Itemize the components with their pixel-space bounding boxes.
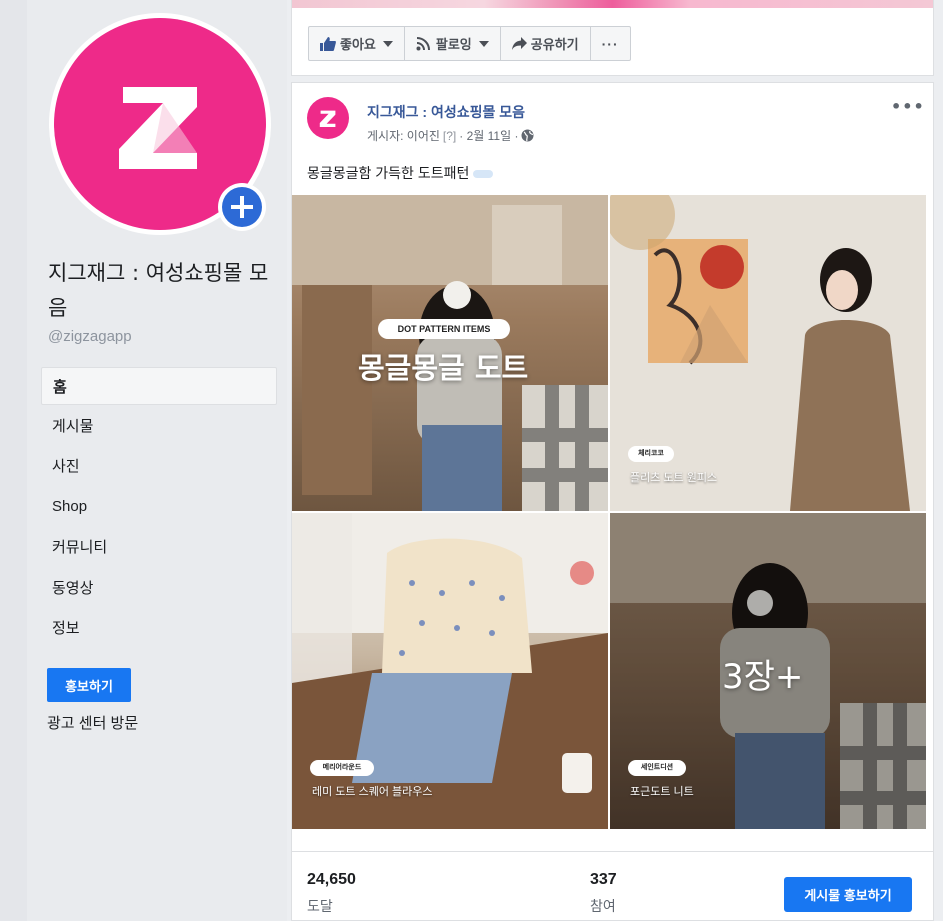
photo-2-caption: 플리츠 도트 원피스 xyxy=(630,472,718,484)
globe-icon xyxy=(521,129,534,142)
boost-post-button[interactable]: 게시물 홍보하기 xyxy=(784,877,912,912)
following-button[interactable]: 팔로잉 xyxy=(405,27,501,60)
following-label: 팔로잉 xyxy=(435,37,472,52)
window-edge xyxy=(0,0,27,921)
like-label: 좋아요 xyxy=(340,37,376,52)
promote-button[interactable]: 홍보하기 xyxy=(47,668,131,702)
nav-item-posts[interactable]: 게시물 xyxy=(41,405,277,446)
dress-model-illustration xyxy=(610,195,926,511)
post-insights: 24,650 도달 337 참여 게시물 홍보하기 xyxy=(292,851,933,921)
post-body: 몽글몽글함 가득한 도트패턴 xyxy=(307,165,470,181)
post-text: 몽글몽글함 가득한 도트패턴 xyxy=(307,163,494,183)
page-title: 지그재그 : 여성쇼핑몰 모음 xyxy=(48,261,269,320)
photo-3-tag: 메리어라운드 xyxy=(310,760,374,776)
zigzag-z-icon xyxy=(119,87,197,169)
post-meta: 게시자: 이어진 [?] · 2월 11일 · xyxy=(367,127,534,144)
ad-center-link[interactable]: 광고 센터 방문 xyxy=(47,712,138,733)
page-actions-card: 좋아요 팔로잉 공유하기 ··· xyxy=(291,0,934,76)
nav-item-about[interactable]: 정보 xyxy=(41,608,277,649)
post-date[interactable]: · 2월 11일 · xyxy=(459,127,518,144)
post-publisher: 게시자: 이어진 xyxy=(367,129,440,143)
post-card: 지그재그 : 여성쇼핑몰 모음 게시자: 이어진 [?] · 2월 11일 · … xyxy=(291,82,934,921)
more-photos-count[interactable]: 3장+ xyxy=(722,649,803,698)
engagement-label: 참여 xyxy=(590,898,616,914)
reach-count: 24,650 xyxy=(307,871,356,888)
share-button[interactable]: 공유하기 xyxy=(501,27,591,60)
post-author-avatar[interactable] xyxy=(307,97,349,139)
nav-item-shop[interactable]: Shop xyxy=(41,486,277,527)
share-arrow-icon xyxy=(511,37,527,50)
chevron-down-icon xyxy=(382,40,393,47)
photo-4-tag: 세인트디션 xyxy=(628,760,686,776)
reach-label: 도달 xyxy=(307,898,333,914)
page-nav: 홈 게시물 사진 Shop 커뮤니티 동영상 정보 xyxy=(41,367,277,648)
photo-3-caption: 레미 도트 스퀘어 블라우스 xyxy=(312,786,433,798)
page-action-bar: 좋아요 팔로잉 공유하기 ··· xyxy=(308,26,631,61)
nav-item-home[interactable]: 홈 xyxy=(41,367,277,405)
photo-4-caption: 포근도트 니트 xyxy=(630,786,694,798)
nav-item-photos[interactable]: 사진 xyxy=(41,446,277,487)
more-dots-icon: ··· xyxy=(601,35,619,52)
photo-1-title: 몽글몽글 도트 xyxy=(358,351,529,385)
nav-item-community[interactable]: 커뮤니티 xyxy=(41,527,277,568)
more-actions-button[interactable]: ··· xyxy=(591,27,630,60)
page-username: @zigzagapp xyxy=(48,328,132,345)
nav-item-videos[interactable]: 동영상 xyxy=(41,567,277,608)
plus-icon xyxy=(222,187,262,227)
rss-icon xyxy=(416,36,430,50)
cloud-emoji-icon xyxy=(473,170,494,179)
post-options-button[interactable]: ••• xyxy=(891,97,925,116)
photo-2-tag: 체리코코 xyxy=(628,446,674,462)
photo-grid: DOT PATTERN ITEMS 몽글몽글 도트 체리코코 플리츠 도트 원피… xyxy=(292,195,933,829)
post-author-name[interactable]: 지그재그 : 여성쇼핑몰 모음 xyxy=(367,102,525,122)
help-link[interactable]: [?] xyxy=(443,129,456,143)
blouse-model-illustration xyxy=(292,513,608,829)
like-page-button[interactable]: 좋아요 xyxy=(309,27,405,60)
thumbs-up-icon xyxy=(320,36,336,51)
share-label: 공유하기 xyxy=(530,37,579,52)
chevron-down-icon xyxy=(478,40,489,47)
post-photo-2[interactable]: 체리코코 플리츠 도트 원피스 xyxy=(610,195,926,511)
add-photo-button[interactable] xyxy=(218,183,266,231)
post-photo-3[interactable]: 메리어라운드 레미 도트 스퀘어 블라우스 xyxy=(292,513,608,829)
post-photo-1[interactable]: DOT PATTERN ITEMS 몽글몽글 도트 xyxy=(292,195,608,511)
cover-photo-edge xyxy=(292,0,933,8)
photo-1-tag: DOT PATTERN ITEMS xyxy=(378,319,510,339)
zigzag-z-icon xyxy=(319,110,336,127)
engagement-count: 337 xyxy=(590,871,617,888)
post-photo-4[interactable]: 3장+ 세인트디션 포근도트 니트 xyxy=(610,513,926,829)
